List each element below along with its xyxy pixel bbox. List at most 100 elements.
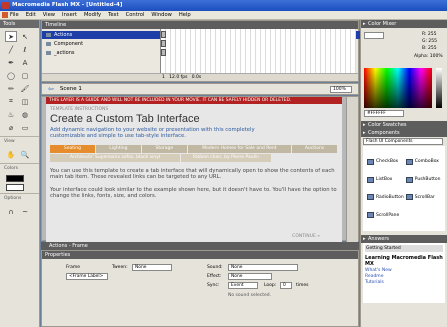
sub-tab-sofas[interactable]: Architects' Supersonix sofas, black viny… xyxy=(50,154,180,162)
component-item[interactable]: CheckBox xyxy=(367,156,404,168)
tween-select[interactable]: None xyxy=(132,264,172,271)
keyframe[interactable] xyxy=(161,31,166,38)
menu-file[interactable]: File xyxy=(10,12,19,18)
tab-storage[interactable]: Storage xyxy=(141,145,187,153)
ink-bottle-tool-icon[interactable]: ♨ xyxy=(5,109,17,120)
sync-select[interactable]: Event xyxy=(228,282,258,289)
times-label: times xyxy=(296,283,309,288)
zoom-tool-icon[interactable]: 🔍 xyxy=(19,149,31,160)
menu-insert[interactable]: Insert xyxy=(62,12,77,18)
menu-modify[interactable]: Modify xyxy=(84,12,101,18)
fill-color-swatch[interactable] xyxy=(6,184,24,191)
sound-select[interactable]: None xyxy=(228,264,298,271)
stage-area: THIS LAYER IS A GUIDE AND WILL NOT BE IN… xyxy=(41,96,359,242)
stroke-mixer-swatch[interactable] xyxy=(364,32,384,39)
line-tool-icon[interactable]: ╱ xyxy=(5,44,17,55)
checkbox-component-icon xyxy=(367,158,374,165)
lasso-tool-icon[interactable]: ℓ xyxy=(19,44,31,55)
answers-header[interactable]: Answers xyxy=(361,235,447,243)
paint-bucket-tool-icon[interactable]: ◍ xyxy=(19,109,31,120)
frame-label-input[interactable]: <Frame Label> xyxy=(66,273,108,280)
tutorials-link[interactable]: Tutorials xyxy=(365,280,443,285)
loop-input[interactable]: 0 xyxy=(280,282,292,289)
layer-name: Actions xyxy=(54,32,73,38)
properties-header: Properties xyxy=(42,251,358,259)
menu-control[interactable]: Control xyxy=(126,12,145,18)
right-panels: Color Mixer R: 255 G: 255 B: 255 Alpha: … xyxy=(360,20,447,327)
no-sound-text: No sound selected. xyxy=(228,293,272,298)
keyframe[interactable] xyxy=(161,49,166,56)
layer-name: Component xyxy=(54,41,84,47)
hex-input[interactable]: #FFFFFF xyxy=(364,110,404,117)
options-section-label: Options xyxy=(0,193,39,203)
component-set-select[interactable]: Flash UI Components xyxy=(363,138,443,145)
smooth-option-icon[interactable]: ~ xyxy=(19,206,31,217)
frame-grid[interactable] xyxy=(160,29,356,77)
color-spectrum[interactable] xyxy=(364,68,432,108)
component-item[interactable]: ListBox xyxy=(367,174,404,186)
eraser-tool-icon[interactable]: ▭ xyxy=(19,122,31,133)
text-tool-icon[interactable]: A xyxy=(19,57,31,68)
tools-header: Tools xyxy=(0,20,39,28)
stage-vertical-scrollbar[interactable] xyxy=(346,97,358,242)
timeline-header: Timeline xyxy=(42,21,358,29)
brush-tool-icon[interactable]: 🖌 xyxy=(19,83,31,94)
component-name: RadioButton xyxy=(376,194,404,200)
free-transform-tool-icon[interactable]: ⌗ xyxy=(5,96,17,107)
tab-lighting[interactable]: Lighting xyxy=(95,145,141,153)
combobox-component-icon xyxy=(405,158,413,165)
properties-panel: Properties Frame <Frame Label> Tween: No… xyxy=(41,250,359,327)
pencil-tool-icon[interactable]: ✏ xyxy=(5,83,17,94)
subselect-tool-icon[interactable]: ↖ xyxy=(19,31,31,42)
menu-text[interactable]: Text xyxy=(108,12,119,18)
view-section-label: View xyxy=(0,136,39,146)
component-item[interactable]: PushButton xyxy=(405,174,441,186)
pen-tool-icon[interactable]: ✒ xyxy=(5,57,17,68)
readme-link[interactable]: Readme xyxy=(365,274,443,279)
getting-started-label[interactable]: Getting Started xyxy=(365,245,443,252)
hand-tool-icon[interactable]: ✋ xyxy=(5,149,17,160)
arrow-tool-icon[interactable]: ➤ xyxy=(5,31,17,42)
stage[interactable]: THIS LAYER IS A GUIDE AND WILL NOT BE IN… xyxy=(46,97,342,242)
component-item[interactable]: ScrollBar xyxy=(405,192,441,204)
color-mixer-header[interactable]: Color Mixer xyxy=(361,20,447,28)
radiobutton-component-icon xyxy=(367,194,374,201)
stroke-color-swatch[interactable] xyxy=(6,175,24,182)
menu-view[interactable]: View xyxy=(43,12,55,18)
body-paragraph: Your interface could look similar to the… xyxy=(50,186,337,199)
color-swatches-header[interactable]: Color Swatches xyxy=(361,121,447,129)
title-bar: Macromedia Flash MX - [Untitled-4] xyxy=(0,0,447,11)
menu-window[interactable]: Window xyxy=(151,12,171,18)
rectangle-tool-icon[interactable]: ▢ xyxy=(19,70,31,81)
component-item[interactable]: ScrollPane xyxy=(367,209,404,221)
oval-tool-icon[interactable]: ◯ xyxy=(5,70,17,81)
components-header[interactable]: Components xyxy=(361,129,447,137)
tab-auctions[interactable]: Auctions xyxy=(292,145,337,153)
blue-value: B: 255 xyxy=(422,46,437,51)
effect-select[interactable]: None xyxy=(228,273,272,280)
component-item[interactable]: ComboBox xyxy=(405,156,441,168)
component-name: ListBox xyxy=(376,177,393,183)
scrollbar-component-icon xyxy=(405,194,413,201)
snap-magnet-icon[interactable]: ∩ xyxy=(5,206,17,217)
whats-new-link[interactable]: What's New xyxy=(365,268,443,273)
layer-icon xyxy=(46,33,51,37)
eyedropper-tool-icon[interactable]: ⌀ xyxy=(5,122,17,133)
component-item[interactable]: RadioButton xyxy=(367,192,404,204)
keyframe[interactable] xyxy=(161,40,166,47)
tab-modern-homes[interactable]: Modern Homes for Sale and Rent xyxy=(187,145,292,153)
tab-seating[interactable]: Seating xyxy=(50,145,95,153)
layer-icon xyxy=(46,51,51,55)
sub-tab-ribbon-chair[interactable]: Ribbon chair, by Pierre Paulin xyxy=(181,154,271,162)
zoom-select[interactable]: 100% xyxy=(330,86,352,93)
menu-edit[interactable]: Edit xyxy=(26,12,36,18)
fill-transform-tool-icon[interactable]: ◫ xyxy=(19,96,31,107)
effect-label: Effect: xyxy=(207,274,222,279)
flash-app-icon xyxy=(2,2,9,9)
menu-help[interactable]: Help xyxy=(179,12,191,18)
flash-window: Macromedia Flash MX - [Untitled-4] File … xyxy=(0,0,447,327)
back-arrow-icon[interactable]: ⇦ xyxy=(48,85,54,93)
continue-link[interactable]: CONTINUE » xyxy=(292,234,320,239)
brightness-slider[interactable] xyxy=(436,68,442,108)
actions-panel-header[interactable]: Actions - Frame xyxy=(41,242,359,250)
